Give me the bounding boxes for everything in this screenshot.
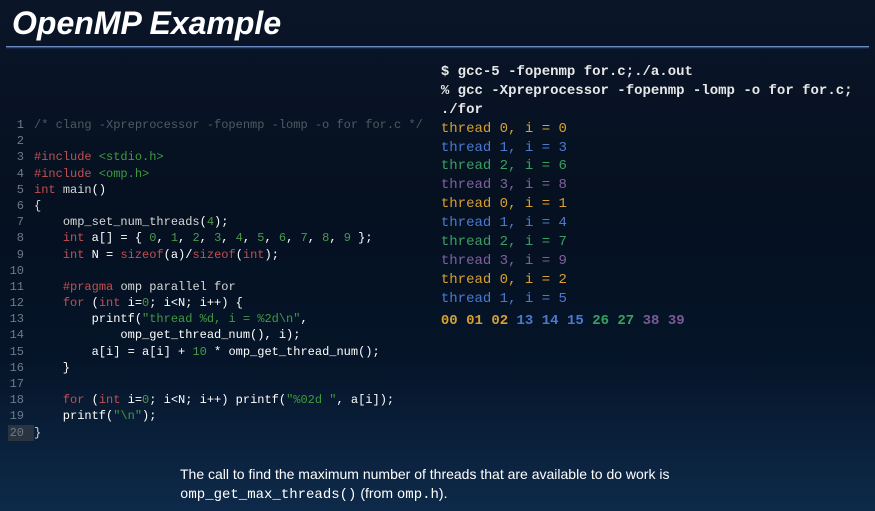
line-number: 16 bbox=[8, 360, 34, 376]
line-number: 13 bbox=[8, 311, 34, 327]
line-number: 9 bbox=[8, 247, 34, 263]
output-line: thread 0, i = 2 bbox=[441, 271, 867, 290]
footer-text: The call to find the maximum number of t… bbox=[180, 466, 669, 482]
output-line: thread 3, i = 9 bbox=[441, 252, 867, 271]
footer-code-1: omp_get_max_threads() bbox=[180, 487, 356, 503]
output-line: thread 1, i = 4 bbox=[441, 214, 867, 233]
line-number: 5 bbox=[8, 182, 34, 198]
code-line: 5int main() bbox=[8, 182, 423, 198]
line-number: 10 bbox=[8, 263, 34, 279]
array-item: 02 bbox=[491, 313, 508, 329]
line-number: 18 bbox=[8, 392, 34, 408]
code-line: 14 omp_get_thread_num(), i); bbox=[8, 327, 423, 343]
code-text: for (int i=0; i<N; i++) printf("%02d ", … bbox=[34, 393, 394, 407]
code-text: #include <omp.h> bbox=[34, 167, 149, 181]
array-item: 26 bbox=[592, 313, 609, 329]
code-line: 3#include <stdio.h> bbox=[8, 149, 423, 165]
code-line: 17 bbox=[8, 376, 423, 392]
code-text: printf("\n"); bbox=[34, 409, 156, 423]
line-number: 6 bbox=[8, 198, 34, 214]
content-row: 1/* clang -Xpreprocessor -fopenmp -lomp … bbox=[0, 57, 875, 441]
code-line: 12 for (int i=0; i<N; i++) { bbox=[8, 295, 423, 311]
code-line: 18 for (int i=0; i<N; i++) printf("%02d … bbox=[8, 392, 423, 408]
thread-output: thread 0, i = 0thread 1, i = 3thread 2, … bbox=[441, 120, 867, 309]
code-line: 11 #pragma omp parallel for bbox=[8, 279, 423, 295]
title-rule bbox=[6, 46, 869, 49]
code-line: 13 printf("thread %d, i = %2d\n", bbox=[8, 311, 423, 327]
code-line: 19 printf("\n"); bbox=[8, 408, 423, 424]
code-line: 1/* clang -Xpreprocessor -fopenmp -lomp … bbox=[8, 117, 423, 133]
code-pane: 1/* clang -Xpreprocessor -fopenmp -lomp … bbox=[8, 57, 423, 441]
footer-after: ). bbox=[439, 485, 448, 501]
array-item: 01 bbox=[466, 313, 483, 329]
code-text: printf("thread %d, i = %2d\n", bbox=[34, 312, 308, 326]
code-text: int main() bbox=[34, 183, 106, 197]
code-text: for (int i=0; i<N; i++) { bbox=[34, 296, 243, 310]
code-line: 7 omp_set_num_threads(4); bbox=[8, 214, 423, 230]
line-number: 3 bbox=[8, 149, 34, 165]
line-number: 4 bbox=[8, 166, 34, 182]
output-line: thread 0, i = 0 bbox=[441, 120, 867, 139]
shell-cmd-2: % gcc -Xpreprocessor -fopenmp -lomp -o f… bbox=[441, 82, 867, 120]
array-item: 13 bbox=[517, 313, 534, 329]
array-item: 14 bbox=[542, 313, 559, 329]
array-item: 39 bbox=[668, 313, 685, 329]
code-text: a[i] = a[i] + 10 * omp_get_thread_num(); bbox=[34, 345, 380, 359]
code-text: } bbox=[34, 361, 70, 375]
line-number: 14 bbox=[8, 327, 34, 343]
code-line: 16 } bbox=[8, 360, 423, 376]
line-number: 19 bbox=[8, 408, 34, 424]
array-output: 00 01 02 13 14 15 26 27 38 39 bbox=[441, 312, 867, 331]
code-line: 8 int a[] = { 0, 1, 2, 3, 4, 5, 6, 7, 8,… bbox=[8, 230, 423, 246]
line-number: 20 bbox=[8, 425, 34, 441]
footer-mid: (from bbox=[356, 485, 396, 501]
code-text: #pragma omp parallel for bbox=[34, 280, 236, 294]
code-text: } bbox=[34, 426, 41, 440]
output-line: thread 3, i = 8 bbox=[441, 176, 867, 195]
code-line: 6{ bbox=[8, 198, 423, 214]
code-text: int a[] = { 0, 1, 2, 3, 4, 5, 6, 7, 8, 9… bbox=[34, 231, 373, 245]
code-line: 15 a[i] = a[i] + 10 * omp_get_thread_num… bbox=[8, 344, 423, 360]
line-number: 12 bbox=[8, 295, 34, 311]
code-text: int N = sizeof(a)/sizeof(int); bbox=[34, 248, 279, 262]
output-pane: $ gcc-5 -fopenmp for.c;./a.out % gcc -Xp… bbox=[441, 57, 867, 441]
code-line: 20} bbox=[8, 425, 423, 441]
output-line: thread 0, i = 1 bbox=[441, 195, 867, 214]
code-line: 9 int N = sizeof(a)/sizeof(int); bbox=[8, 247, 423, 263]
line-number: 1 bbox=[8, 117, 34, 133]
output-line: thread 1, i = 5 bbox=[441, 290, 867, 309]
line-number: 15 bbox=[8, 344, 34, 360]
footer-note: The call to find the maximum number of t… bbox=[0, 465, 875, 505]
output-line: thread 2, i = 6 bbox=[441, 157, 867, 176]
code-block: 1/* clang -Xpreprocessor -fopenmp -lomp … bbox=[8, 117, 423, 441]
array-item: 38 bbox=[643, 313, 660, 329]
output-line: thread 2, i = 7 bbox=[441, 233, 867, 252]
code-line: 4#include <omp.h> bbox=[8, 166, 423, 182]
code-text: /* clang -Xpreprocessor -fopenmp -lomp -… bbox=[34, 118, 423, 132]
code-text: omp_set_num_threads(4); bbox=[34, 215, 228, 229]
line-number: 8 bbox=[8, 230, 34, 246]
code-text: { bbox=[34, 199, 41, 213]
code-text: omp_get_thread_num(), i); bbox=[34, 328, 300, 342]
line-number: 7 bbox=[8, 214, 34, 230]
array-item: 27 bbox=[617, 313, 634, 329]
code-text: #include <stdio.h> bbox=[34, 150, 164, 164]
line-number: 11 bbox=[8, 279, 34, 295]
code-line: 10 bbox=[8, 263, 423, 279]
footer-code-2: omp.h bbox=[397, 487, 439, 503]
output-line: thread 1, i = 3 bbox=[441, 139, 867, 158]
line-number: 17 bbox=[8, 376, 34, 392]
shell-cmd-1: $ gcc-5 -fopenmp for.c;./a.out bbox=[441, 63, 867, 82]
array-item: 00 bbox=[441, 313, 458, 329]
line-number: 2 bbox=[8, 133, 34, 149]
code-line: 2 bbox=[8, 133, 423, 149]
array-item: 15 bbox=[567, 313, 584, 329]
slide-title: OpenMP Example bbox=[0, 0, 875, 46]
